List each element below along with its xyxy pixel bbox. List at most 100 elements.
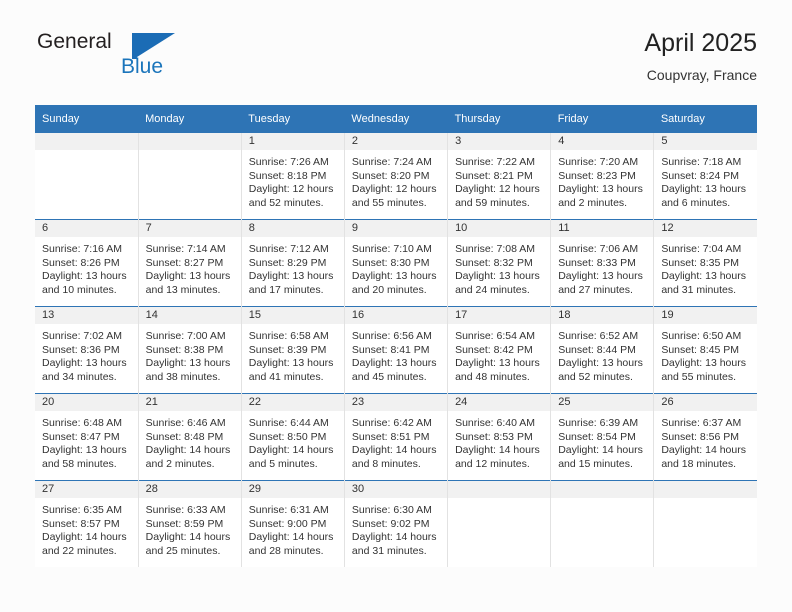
- day-number: 6: [35, 220, 138, 237]
- weekday-header-thursday: Thursday: [447, 105, 551, 133]
- calendar-day-cell[interactable]: 1 Sunrise: 7:26 AM Sunset: 8:18 PM Daylight…: [240, 133, 345, 220]
- day-details: Sunrise: 6:44 AM Sunset: 8:50 PM Daylight:…: [242, 411, 344, 471]
- calendar-day-cell[interactable]: 23 Sunrise: 6:42 AM Sunset: 8:51 PM Dayligh…: [343, 393, 448, 481]
- day-detail-line: Sunset: 8:50 PM: [248, 430, 327, 443]
- day-detail-line: and 8 minutes.: [351, 457, 421, 470]
- day-detail-line: Sunset: 8:56 PM: [661, 430, 739, 443]
- day-detail-line: Daylight: 14 hours: [661, 444, 746, 457]
- calendar-day-cell-empty: [447, 480, 551, 567]
- calendar-week-row: 13 Sunrise: 7:02 AM Sunset: 8:36 PM Dayligh…: [35, 306, 757, 394]
- day-detail-line: and 15 minutes.: [558, 457, 633, 470]
- calendar-day-cell[interactable]: 9 Sunrise: 7:10 AM Sunset: 8:30 PM Daylight…: [343, 219, 448, 307]
- calendar-day-cell[interactable]: 21 Sunrise: 6:46 AM Sunset: 8:48 PM Dayligh…: [137, 393, 242, 481]
- day-detail-line: Daylight: 12 hours: [248, 183, 334, 196]
- calendar-day-cell[interactable]: 18 Sunrise: 6:52 AM Sunset: 8:44 PM Dayligh…: [550, 306, 654, 394]
- calendar-day-cell[interactable]: 2 Sunrise: 7:24 AM Sunset: 8:20 PM Daylight…: [343, 133, 448, 220]
- calendar-day-cell[interactable]: 30 Sunrise: 6:30 AM Sunset: 9:02 PM Dayligh…: [343, 480, 448, 567]
- day-number: 18: [551, 307, 654, 324]
- day-detail-line: Sunset: 8:53 PM: [455, 430, 533, 443]
- day-detail-line: Sunrise: 7:04 AM: [661, 243, 742, 255]
- weekday-header-tuesday: Tuesday: [241, 105, 345, 133]
- day-detail-line: Daylight: 13 hours: [455, 357, 540, 370]
- calendar-day-cell[interactable]: 22 Sunrise: 6:44 AM Sunset: 8:50 PM Dayligh…: [240, 393, 345, 481]
- day-detail-line: Sunset: 8:30 PM: [351, 256, 430, 269]
- day-detail-line: Sunset: 8:48 PM: [145, 430, 224, 443]
- day-details: [35, 150, 138, 156]
- calendar-day-cell[interactable]: 16 Sunrise: 6:56 AM Sunset: 8:41 PM Dayligh…: [343, 306, 448, 394]
- day-number: 12: [654, 220, 757, 237]
- day-detail-line: Daylight: 14 hours: [42, 531, 127, 544]
- calendar-day-cell[interactable]: 3 Sunrise: 7:22 AM Sunset: 8:21 PM Daylight…: [447, 133, 551, 220]
- day-number: 24: [448, 394, 551, 411]
- calendar-day-cell[interactable]: 24 Sunrise: 6:40 AM Sunset: 8:53 PM Dayligh…: [447, 393, 551, 481]
- title-block: April 2025 Coupvray, France: [644, 28, 757, 85]
- calendar-day-cell[interactable]: 14 Sunrise: 7:00 AM Sunset: 8:38 PM Dayligh…: [137, 306, 242, 394]
- calendar-day-cell[interactable]: 28 Sunrise: 6:33 AM Sunset: 8:59 PM Dayligh…: [137, 480, 242, 567]
- calendar-day-cell[interactable]: 5 Sunrise: 7:18 AM Sunset: 8:24 PM Daylight…: [653, 133, 757, 220]
- day-detail-line: and 45 minutes.: [351, 370, 427, 383]
- calendar-day-cell[interactable]: 7 Sunrise: 7:14 AM Sunset: 8:27 PM Daylight…: [137, 219, 242, 307]
- calendar-day-cell[interactable]: 13 Sunrise: 7:02 AM Sunset: 8:36 PM Dayligh…: [35, 306, 139, 394]
- calendar-day-cell[interactable]: 29 Sunrise: 6:31 AM Sunset: 9:00 PM Dayligh…: [240, 480, 345, 567]
- day-detail-line: and 22 minutes.: [42, 544, 117, 557]
- weekday-header-friday: Friday: [550, 105, 654, 133]
- day-detail-line: Daylight: 12 hours: [455, 183, 540, 196]
- day-detail-line: Sunset: 8:35 PM: [661, 256, 739, 269]
- day-detail-line: Sunset: 8:39 PM: [248, 343, 327, 356]
- weekday-header-sunday: Sunday: [35, 105, 139, 133]
- logo-secondary-text: Blue: [121, 55, 164, 78]
- calendar-week-row: 6 Sunrise: 7:16 AM Sunset: 8:26 PM Daylight…: [35, 219, 757, 307]
- day-detail-line: Sunrise: 7:00 AM: [145, 330, 226, 342]
- day-detail-line: and 25 minutes.: [145, 544, 221, 557]
- calendar-page: General Blue April 2025 Coupvray, France…: [0, 0, 792, 612]
- calendar-day-cell[interactable]: 8 Sunrise: 7:12 AM Sunset: 8:29 PM Daylight…: [240, 219, 345, 307]
- day-detail-line: and 52 minutes.: [558, 370, 633, 383]
- day-details: Sunrise: 6:46 AM Sunset: 8:48 PM Daylight:…: [139, 411, 241, 471]
- weekday-header-wednesday: Wednesday: [344, 105, 448, 133]
- day-number: 8: [241, 220, 344, 237]
- calendar-day-cell[interactable]: 17 Sunrise: 6:54 AM Sunset: 8:42 PM Dayligh…: [447, 306, 551, 394]
- calendar-day-cell[interactable]: 4 Sunrise: 7:20 AM Sunset: 8:23 PM Daylight…: [550, 133, 654, 220]
- day-detail-line: and 41 minutes.: [248, 370, 324, 383]
- day-number: 14: [138, 307, 241, 324]
- day-detail-line: Sunrise: 7:20 AM: [558, 156, 639, 168]
- calendar-table: Sunday Monday Tuesday Wednesday Thursday Frid…: [35, 105, 757, 567]
- calendar-day-cell[interactable]: 27 Sunrise: 6:35 AM Sunset: 8:57 PM Dayligh…: [35, 480, 139, 567]
- day-details: Sunrise: 6:31 AM Sunset: 9:00 PM Daylight:…: [242, 498, 344, 558]
- calendar-day-cell[interactable]: 25 Sunrise: 6:39 AM Sunset: 8:54 PM Dayligh…: [550, 393, 654, 481]
- day-detail-line: Sunset: 8:45 PM: [661, 343, 739, 356]
- day-details: [139, 150, 241, 156]
- day-detail-line: and 20 minutes.: [351, 283, 427, 296]
- calendar-day-cell[interactable]: 10 Sunrise: 7:08 AM Sunset: 8:32 PM Dayligh…: [447, 219, 551, 307]
- brand-logo[interactable]: General Blue: [35, 28, 275, 88]
- day-details: Sunrise: 7:06 AM Sunset: 8:33 PM Daylight:…: [551, 237, 653, 297]
- day-detail-line: Sunrise: 6:52 AM: [558, 330, 639, 342]
- calendar-day-cell[interactable]: 20 Sunrise: 6:48 AM Sunset: 8:47 PM Dayligh…: [35, 393, 139, 481]
- calendar-day-cell[interactable]: 11 Sunrise: 7:06 AM Sunset: 8:33 PM Dayligh…: [550, 219, 654, 307]
- day-number: 7: [138, 220, 241, 237]
- calendar-day-cell[interactable]: 26 Sunrise: 6:37 AM Sunset: 8:56 PM Dayligh…: [653, 393, 757, 481]
- day-detail-line: Daylight: 13 hours: [661, 270, 746, 283]
- calendar-day-cell-empty: [653, 480, 757, 567]
- day-detail-line: Sunrise: 6:54 AM: [455, 330, 536, 342]
- day-number: 10: [448, 220, 551, 237]
- day-detail-line: and 2 minutes.: [558, 196, 628, 209]
- calendar-day-cell[interactable]: 19 Sunrise: 6:50 AM Sunset: 8:45 PM Dayligh…: [653, 306, 757, 394]
- day-detail-line: Sunset: 8:20 PM: [351, 169, 430, 182]
- calendar-day-cell[interactable]: 6 Sunrise: 7:16 AM Sunset: 8:26 PM Daylight…: [35, 219, 139, 307]
- calendar-day-cell[interactable]: 15 Sunrise: 6:58 AM Sunset: 8:39 PM Dayligh…: [240, 306, 345, 394]
- page-header: General Blue April 2025 Coupvray, France: [35, 28, 757, 90]
- day-details: Sunrise: 6:56 AM Sunset: 8:41 PM Daylight:…: [345, 324, 447, 384]
- day-detail-line: Sunrise: 7:06 AM: [558, 243, 639, 255]
- calendar-day-cell[interactable]: 12 Sunrise: 7:04 AM Sunset: 8:35 PM Dayligh…: [653, 219, 757, 307]
- day-number: 27: [35, 481, 138, 498]
- day-detail-line: Sunset: 9:00 PM: [248, 517, 327, 530]
- day-detail-line: Sunrise: 6:58 AM: [248, 330, 329, 342]
- day-detail-line: and 52 minutes.: [248, 196, 324, 209]
- day-detail-line: Daylight: 14 hours: [145, 444, 231, 457]
- calendar-header-row: Sunday Monday Tuesday Wednesday Thursday Frid…: [35, 105, 757, 133]
- day-detail-line: Daylight: 14 hours: [351, 444, 437, 457]
- day-detail-line: Daylight: 14 hours: [248, 531, 334, 544]
- day-detail-line: Daylight: 13 hours: [558, 357, 643, 370]
- day-detail-line: and 24 minutes.: [455, 283, 530, 296]
